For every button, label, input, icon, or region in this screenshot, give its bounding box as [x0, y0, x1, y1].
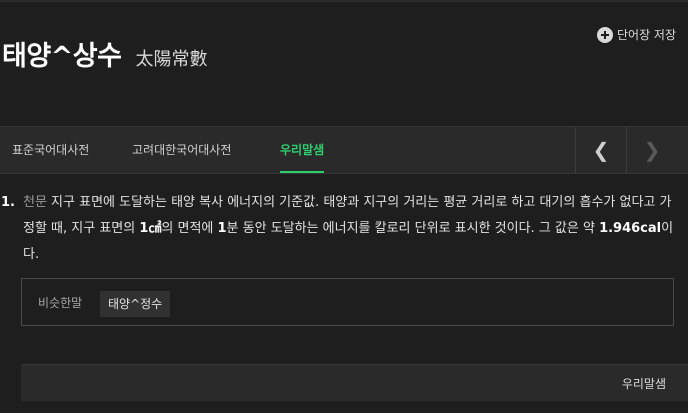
headword: 태양^상수	[2, 41, 122, 72]
synonym-link[interactable]: 태양^정수	[100, 291, 171, 317]
source-label[interactable]: 우리말샘	[622, 375, 666, 392]
definition-bold: 1.946cal	[599, 221, 662, 236]
field-tag: 천문	[23, 195, 47, 210]
chevron-right-icon: ❯	[643, 138, 661, 162]
prev-tab-button[interactable]: ❮	[575, 127, 626, 173]
plus-circle-icon	[596, 26, 613, 43]
top-divider	[0, 0, 688, 2]
definition-text: 천문 지구 표면에 도달하는 태양 복사 에너지의 기준값. 태양과 지구의 거…	[23, 190, 683, 268]
definition-part: 의 면적에	[161, 221, 218, 236]
dictionary-tabs: 표준국어대사전 고려대한국어대사전 우리말샘 ❮ ❯	[0, 126, 688, 174]
synonym-box: 비슷한말 태양^정수	[21, 278, 674, 326]
headword-hanja: 太陽常數	[135, 49, 208, 70]
tab-urimalsaem[interactable]: 우리말샘	[280, 127, 325, 173]
definition-bold: 1㎠	[139, 221, 162, 236]
source-bar: 우리말샘	[21, 364, 688, 401]
entry-header: 태양^상수 太陽常數	[2, 34, 208, 72]
definition-part: 분 동안 도달하는 에너지를 칼로리 단위로 표시한 것이다. 그 값은 약	[226, 221, 600, 236]
tab-korea-univ-dictionary[interactable]: 고려대한국어대사전	[132, 127, 231, 173]
definition-number: 1.	[1, 195, 15, 210]
save-to-wordbook-button[interactable]: 단어장 저장	[596, 26, 676, 43]
next-tab-button[interactable]: ❯	[626, 127, 677, 173]
synonym-label: 비슷한말	[38, 296, 83, 310]
tab-standard-dictionary[interactable]: 표준국어대사전	[12, 127, 89, 173]
definition-bold: 1	[217, 221, 227, 236]
chevron-left-icon: ❮	[592, 138, 610, 162]
save-label: 단어장 저장	[616, 28, 676, 42]
